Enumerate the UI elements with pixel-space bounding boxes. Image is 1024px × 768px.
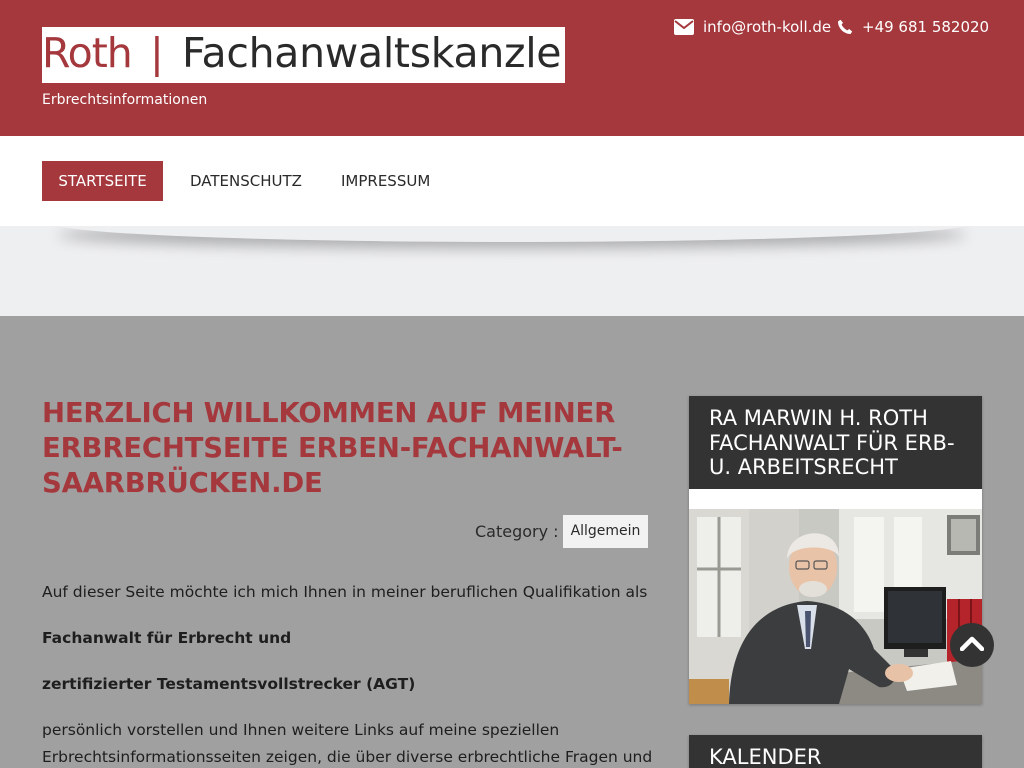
phone-icon: [837, 19, 862, 35]
email-link[interactable]: info@roth-koll.de: [674, 17, 831, 37]
header-shadow-band: [0, 226, 1024, 316]
shadow-decoration: [52, 226, 972, 242]
site-header: Roth | Fachanwaltskanzlei Erbrechtsinfor…: [0, 0, 1024, 136]
nav-startseite[interactable]: STARTSEITE: [42, 161, 163, 201]
logo-brand: Roth: [42, 29, 133, 77]
post-title: HERZLICH WILLKOMMEN AUF MEINER ERBRECHTS…: [42, 397, 623, 499]
category-link[interactable]: Allgemein: [562, 515, 649, 548]
logo-separator: |: [150, 29, 164, 77]
phone-text: +49 681 582020: [862, 18, 990, 36]
post-paragraph: persönlich vorstellen und Ihnen weitere …: [42, 721, 560, 739]
calendar-widget: KALENDER: [689, 735, 982, 768]
main-navigation: STARTSEITE DATENSCHUTZ IMPRESSUM: [0, 136, 1024, 226]
logo-text: Fachanwaltskanzlei: [182, 29, 565, 77]
post-paragraph: Auf dieser Seite möchte ich mich Ihnen i…: [42, 583, 648, 601]
post-paragraph: Erbrechtsinformationsseiten zeigen, die …: [42, 748, 653, 766]
profile-widget: RA MARWIN H. ROTH FACHANWALT FÜR ERB- U.…: [689, 396, 982, 704]
phone-link[interactable]: +49 681 582020: [837, 17, 989, 37]
category-label: Category :: [475, 522, 559, 541]
post-bold-line: zertifizierter Testamentsvollstrecker (A…: [42, 675, 416, 693]
main-content: HERZLICH WILLKOMMEN AUF MEINER ERBRECHTS…: [0, 316, 1024, 768]
profile-widget-title: RA MARWIN H. ROTH FACHANWALT FÜR ERB- U.…: [689, 396, 982, 489]
profile-photo: [689, 489, 982, 704]
site-logo[interactable]: Roth | Fachanwaltskanzlei: [42, 27, 565, 83]
nav-datenschutz[interactable]: DATENSCHUTZ: [190, 161, 302, 201]
post-bold-line: Fachanwalt für Erbrecht und: [42, 629, 292, 647]
envelope-icon: [674, 19, 703, 35]
site-tagline: Erbrechtsinformationen: [42, 92, 208, 108]
chevron-up-icon: [959, 635, 985, 655]
post-category: Category : Allgemein: [475, 515, 649, 548]
back-to-top-button[interactable]: [950, 623, 994, 667]
nav-impressum[interactable]: IMPRESSUM: [341, 161, 430, 201]
email-text: info@roth-koll.de: [703, 18, 832, 36]
calendar-widget-title: KALENDER: [709, 745, 822, 768]
